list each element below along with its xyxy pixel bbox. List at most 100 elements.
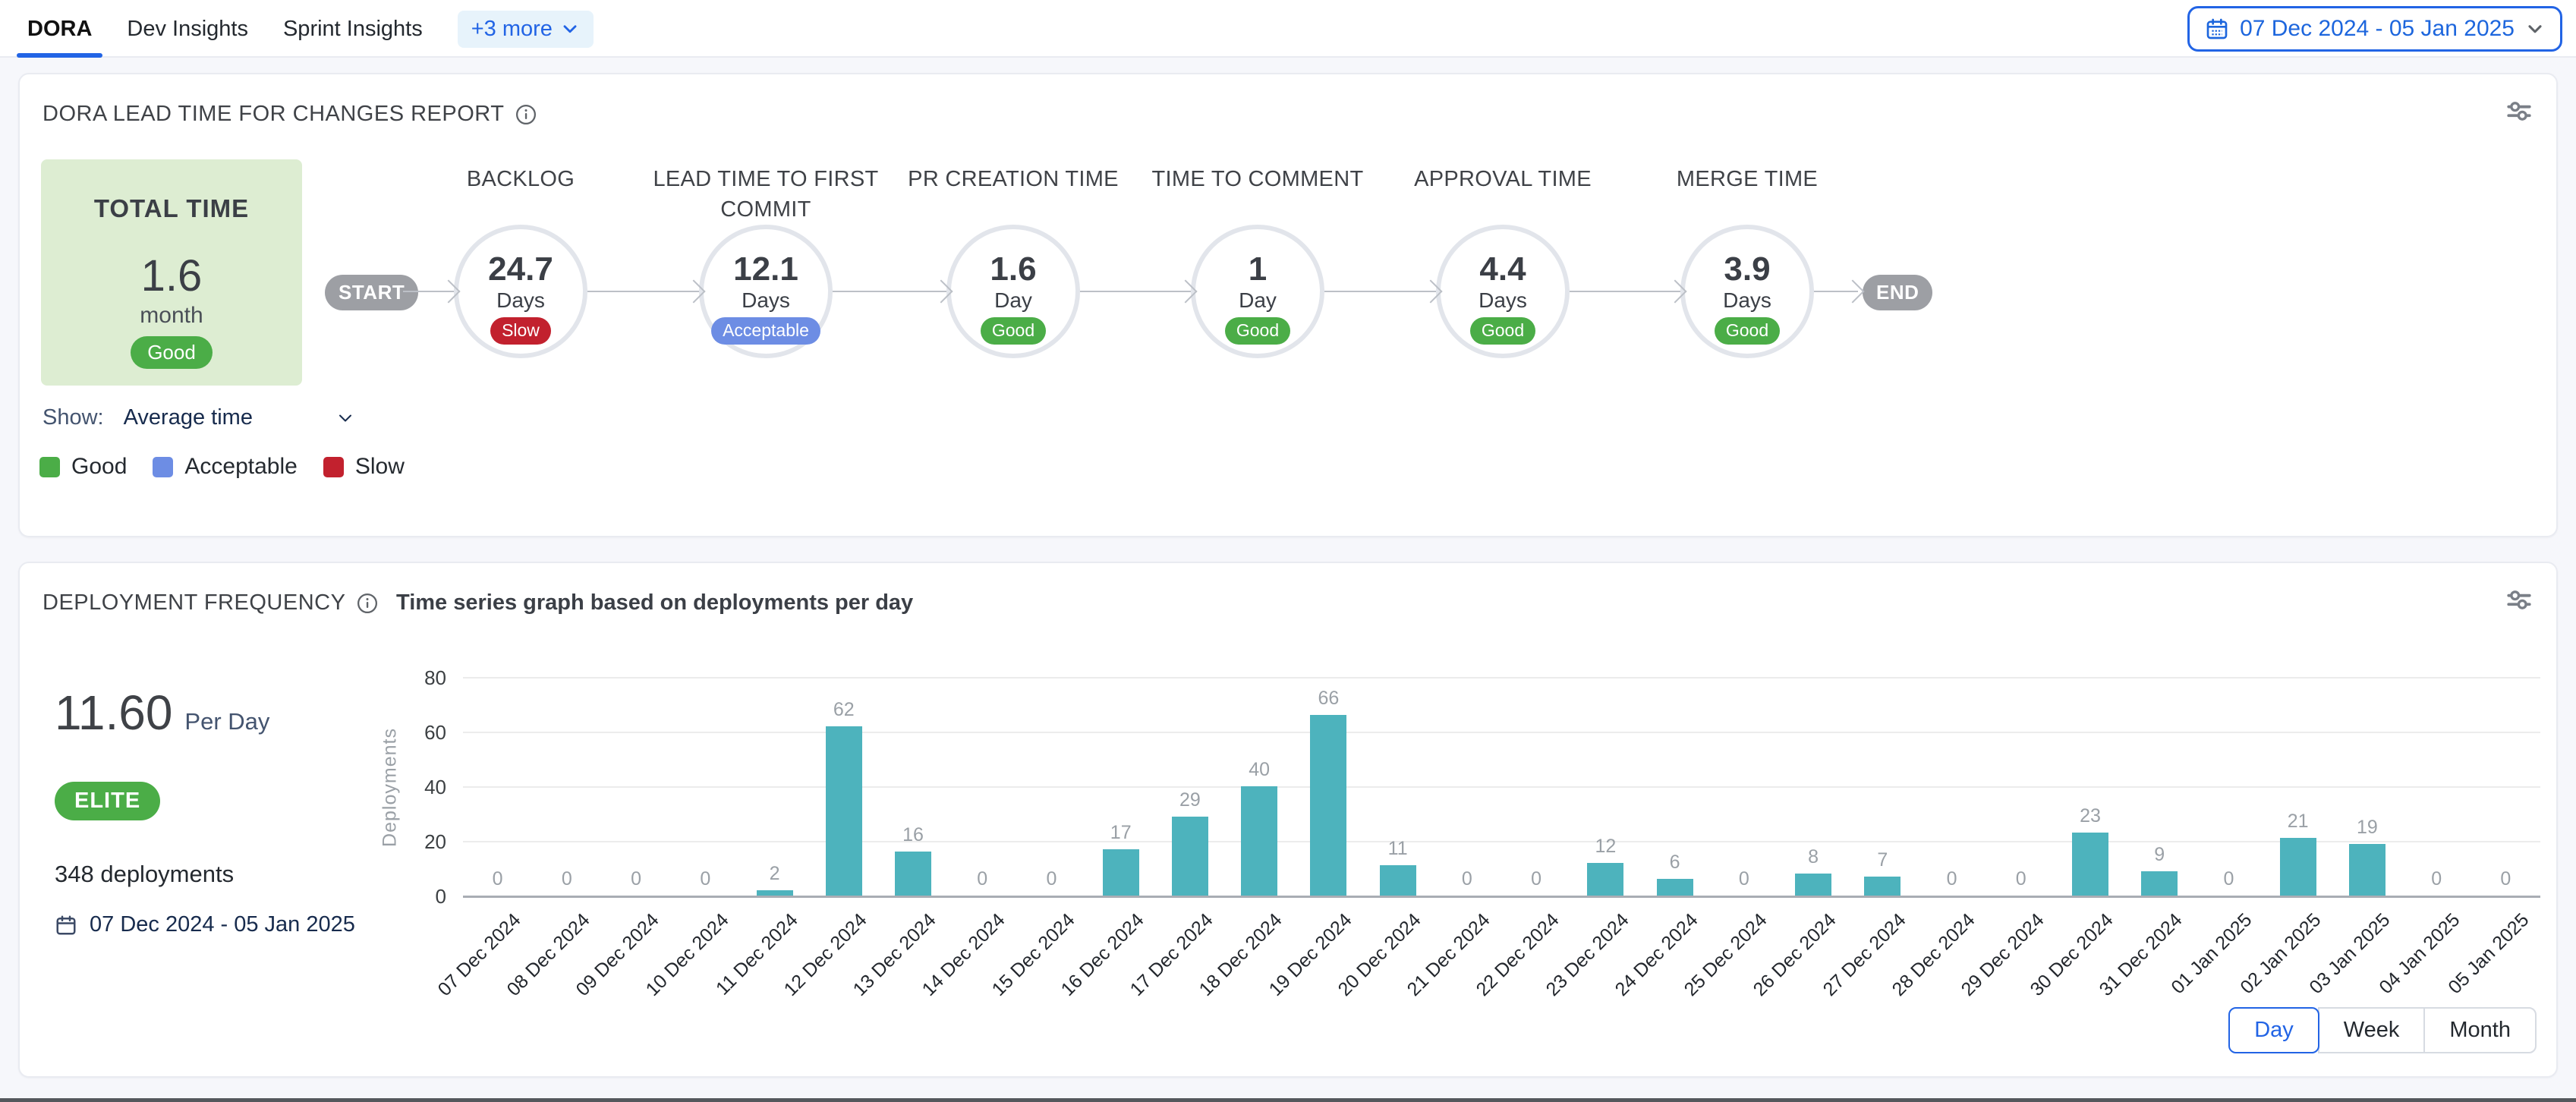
more-tabs-label: +3 more — [471, 17, 553, 42]
more-tabs-button[interactable]: +3 more — [458, 11, 594, 48]
y-tick-label: 60 — [378, 721, 446, 745]
gridline — [463, 732, 2540, 733]
bar — [1587, 863, 1623, 896]
bar-value-label: 66 — [1293, 688, 1363, 710]
stage-status-badge: Good — [981, 317, 1046, 345]
flow-end-pill: END — [1863, 275, 1932, 310]
bar — [2280, 838, 2316, 896]
bar-value-label: 9 — [2124, 844, 2194, 866]
stage-value: 4.4 — [1441, 250, 1565, 288]
bar — [1380, 865, 1416, 896]
bar-value-label: 0 — [1016, 868, 1086, 890]
stage-value: 24.7 — [458, 250, 583, 288]
stage-unit: Days — [1685, 288, 1809, 313]
chevron-down-icon — [560, 19, 580, 39]
flow-arrow — [587, 291, 699, 292]
stage-circle-lead-time-to-first-commit: 12.1Days Acceptable — [699, 225, 833, 358]
stage-unit: Day — [1195, 288, 1320, 313]
stage-unit: Days — [458, 288, 583, 313]
tab-bar: DORA Dev Insights Sprint Insights +3 more — [27, 0, 594, 58]
total-time-label: TOTAL TIME — [41, 194, 302, 223]
stage-circle-approval-time: 4.4DaysGood — [1436, 225, 1570, 358]
sliders-icon — [2505, 97, 2533, 126]
bar — [895, 852, 931, 896]
granularity-day-button[interactable]: Day — [2228, 1007, 2319, 1053]
gridline — [463, 841, 2540, 842]
bar — [2141, 871, 2178, 896]
stage-title: PR CREATION TIME — [884, 164, 1142, 194]
granularity-month-button[interactable]: Month — [2423, 1007, 2537, 1053]
legend-swatch — [323, 457, 344, 477]
chevron-down-icon — [2525, 19, 2545, 39]
bar — [1241, 786, 1277, 896]
legend-label: Good — [71, 454, 127, 480]
legend-item-slow: Slow — [323, 454, 405, 480]
gridline — [463, 677, 2540, 679]
bar-value-label: 21 — [2263, 811, 2333, 833]
bar-value-label: 11 — [1363, 838, 1433, 860]
bar-value-label: 0 — [2471, 868, 2540, 890]
lead-time-panel-title: DORA LEAD TIME FOR CHANGES REPORT — [43, 102, 537, 127]
granularity-toggle: DayWeekMonth — [2228, 1007, 2537, 1053]
stage-title: BACKLOG — [392, 164, 650, 194]
bar-value-label: 62 — [809, 699, 879, 721]
stage-status-badge: Slow — [490, 317, 551, 345]
bar — [1310, 715, 1346, 896]
y-tick-label: 0 — [378, 885, 446, 908]
granularity-week-button[interactable]: Week — [2318, 1007, 2426, 1053]
bar-value-label: 40 — [1224, 759, 1294, 781]
chevron-down-icon — [336, 409, 354, 427]
stage-title: MERGE TIME — [1618, 164, 1876, 194]
bar-value-label: 0 — [670, 868, 740, 890]
stage-unit: Days — [1441, 288, 1565, 313]
bar-value-label: 0 — [463, 868, 533, 890]
panel-settings-button[interactable] — [2505, 97, 2533, 128]
bar-value-label: 0 — [1709, 868, 1779, 890]
bar-value-label: 2 — [740, 863, 810, 885]
bar-value-label: 12 — [1570, 836, 1640, 858]
tab-dora[interactable]: DORA — [27, 0, 92, 58]
gridline — [463, 786, 2540, 788]
tab-dev-insights[interactable]: Dev Insights — [127, 0, 248, 58]
total-time-value: 1.6 — [41, 250, 302, 301]
flow-arrow — [403, 291, 454, 292]
y-tick-label: 80 — [378, 666, 446, 690]
stage-title: LEAD TIME TO FIRST COMMIT — [637, 164, 895, 225]
bar — [1172, 817, 1208, 896]
bar-value-label: 6 — [1640, 852, 1710, 874]
legend-label: Slow — [355, 454, 405, 480]
bar-value-label: 0 — [601, 868, 671, 890]
bar — [2072, 833, 2108, 896]
show-metric-dropdown[interactable]: Show: Average time — [43, 405, 354, 430]
legend-item-good: Good — [39, 454, 127, 480]
show-label: Show: — [43, 405, 104, 430]
y-tick-label: 20 — [378, 830, 446, 854]
bar-value-label: 0 — [532, 868, 602, 890]
stage-unit: Day — [951, 288, 1075, 313]
flow-arrow — [1324, 291, 1436, 292]
bar-value-label: 0 — [1917, 868, 1987, 890]
bar-value-label: 0 — [1501, 868, 1571, 890]
tab-sprint-insights[interactable]: Sprint Insights — [283, 0, 423, 58]
show-selected-value: Average time — [124, 405, 253, 430]
deployments-bar-chart: Deployments 806040200007 Dec 2024008 Dec… — [20, 563, 2556, 1076]
legend-item-acceptable: Acceptable — [153, 454, 297, 480]
tab-list: DORA Dev Insights Sprint Insights — [27, 0, 423, 58]
y-tick-label: 40 — [378, 776, 446, 799]
bar-value-label: 0 — [947, 868, 1017, 890]
stage-status-badge: Acceptable — [711, 317, 820, 345]
date-range-picker[interactable]: 07 Dec 2024 - 05 Jan 2025 — [2187, 6, 2562, 52]
bar — [1657, 879, 1693, 896]
info-icon[interactable] — [515, 103, 537, 126]
date-range-label: 07 Dec 2024 - 05 Jan 2025 — [2240, 16, 2515, 42]
stage-unit: Days — [704, 288, 828, 313]
bar — [1103, 849, 1139, 896]
lead-time-panel: DORA LEAD TIME FOR CHANGES REPORT TOTAL … — [18, 73, 2558, 537]
flow-arrow — [1814, 291, 1858, 292]
stage-value: 12.1 — [704, 250, 828, 288]
bar — [757, 890, 793, 896]
stage-circle-merge-time: 3.9DaysGood — [1680, 225, 1814, 358]
bar-value-label: 29 — [1155, 789, 1225, 811]
flow-arrow — [833, 291, 946, 292]
total-time-status-badge: Good — [131, 336, 213, 369]
